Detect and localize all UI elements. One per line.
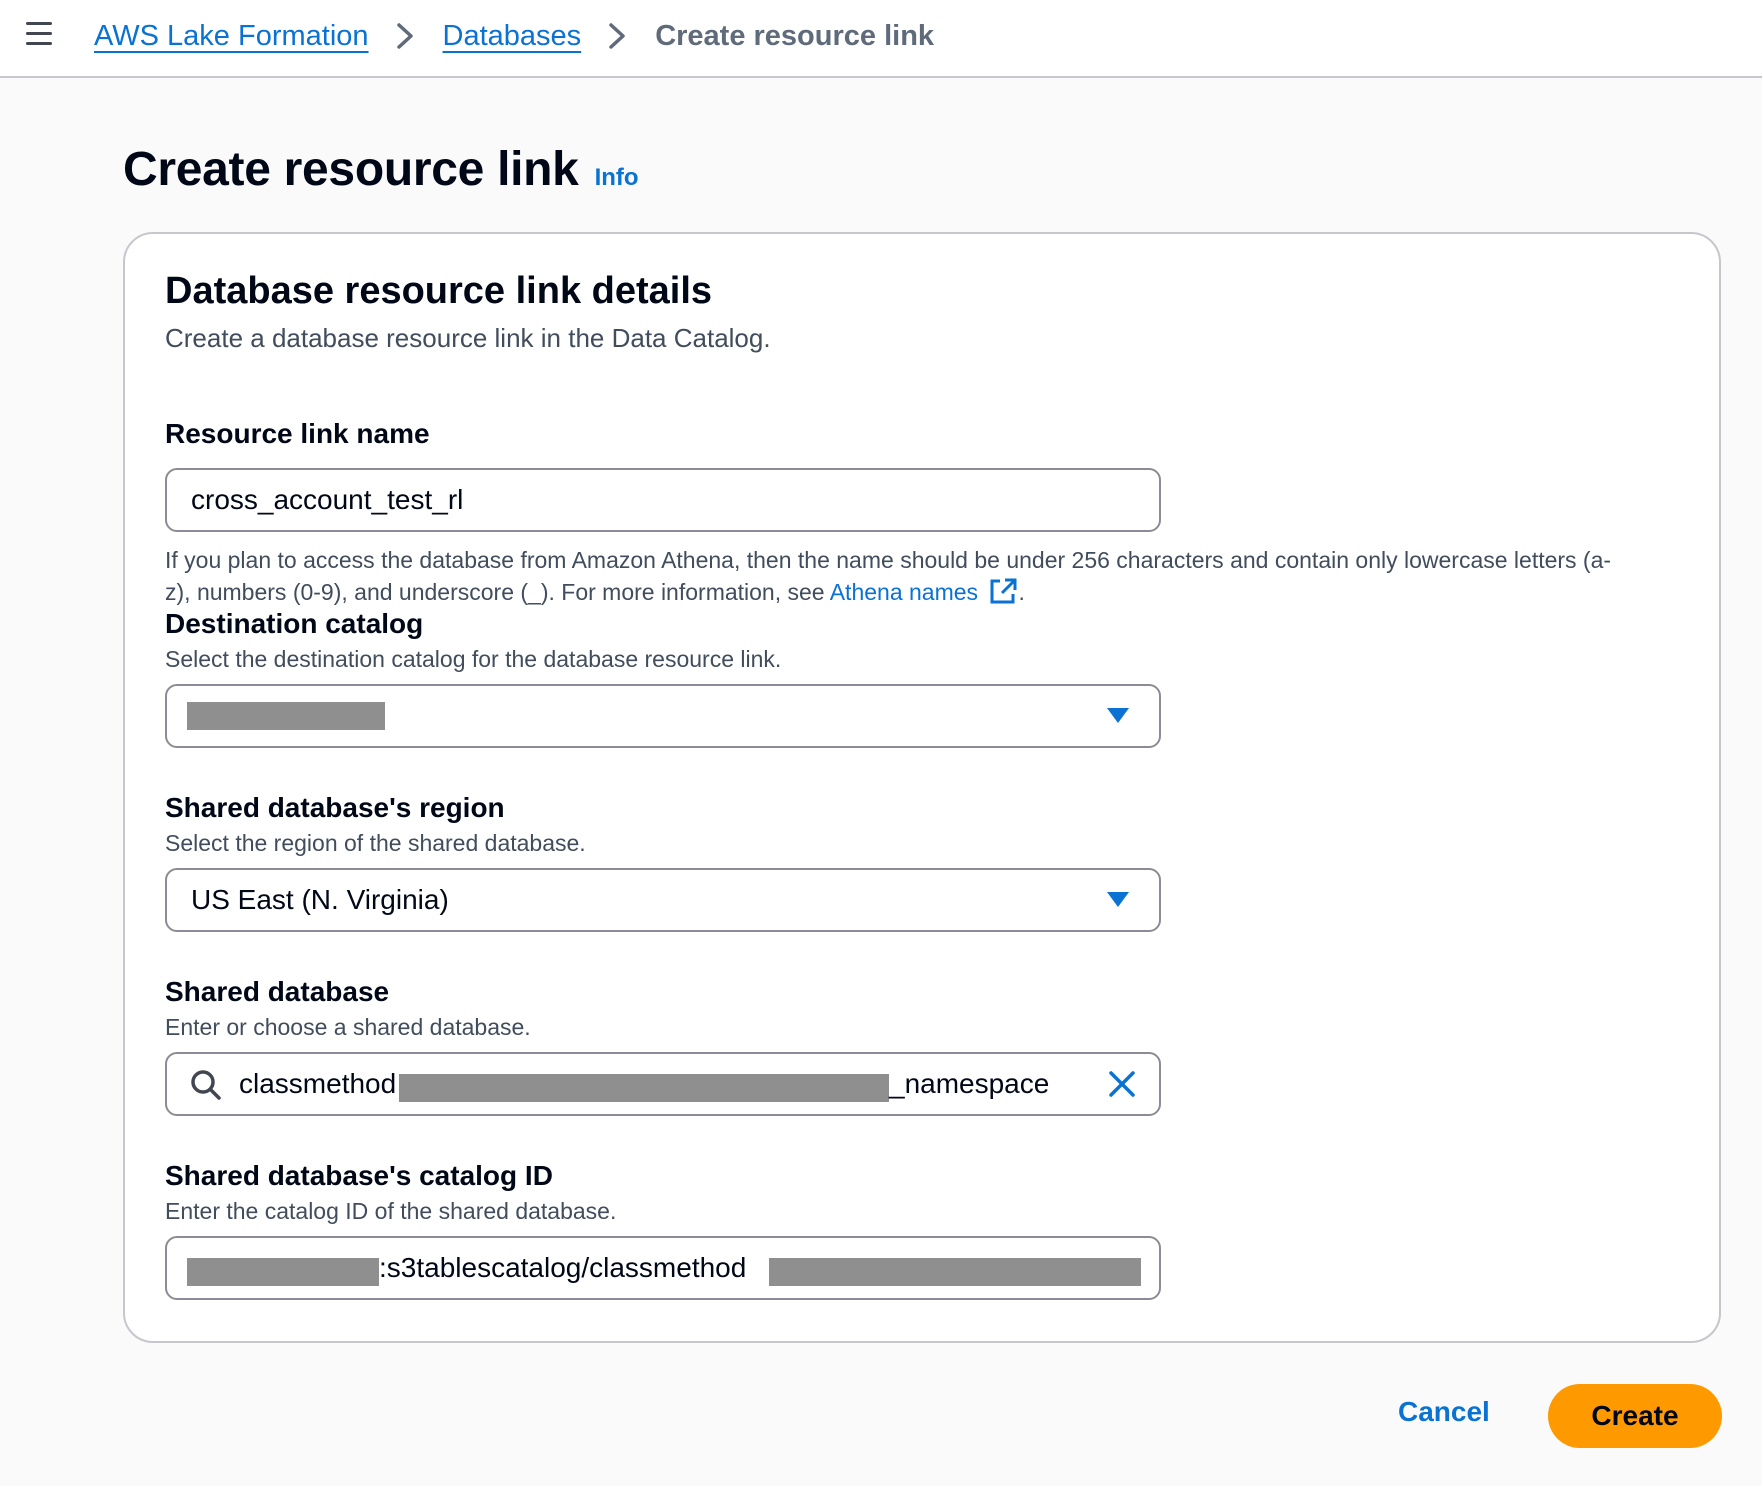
resource-link-name-label: Resource link name: [165, 418, 430, 449]
shared-db-catalog-id-field: Shared database's catalog ID Enter the c…: [165, 1160, 1675, 1300]
resource-link-details-container: Database resource link details Create a …: [123, 232, 1721, 1343]
athena-names-link[interactable]: Athena names: [830, 578, 1019, 605]
shared-db-region-field: Shared database's region Select the regi…: [165, 792, 1675, 932]
container-body: Database resource link details Create a …: [165, 270, 1675, 1300]
destination-catalog-label: Destination catalog: [165, 608, 424, 639]
breadcrumb-link-lake-formation[interactable]: AWS Lake Formation: [94, 20, 369, 53]
caret-down-icon: [1107, 708, 1129, 723]
hamburger-menu-icon[interactable]: [24, 20, 56, 48]
shared-db-catalog-id-value: :s3tablescatalog/classmethod: [379, 1252, 747, 1283]
caret-down-icon: [1107, 892, 1129, 907]
chevron-right-icon: [396, 23, 413, 49]
redacted-value: [399, 1074, 889, 1102]
resource-link-name-value: cross_account_test_rl: [191, 484, 464, 515]
shared-database-label: Shared database: [165, 976, 390, 1007]
search-icon: [191, 1070, 221, 1100]
breadcrumb: AWS Lake Formation Databases Create reso…: [94, 16, 934, 56]
breadcrumb-current: Create resource link: [655, 19, 935, 52]
destination-catalog-description: Select the destination catalog for the d…: [165, 646, 782, 672]
shared-database-field: Shared database Enter or choose a shared…: [165, 976, 1675, 1116]
redacted-value: [187, 1258, 379, 1286]
destination-catalog-field: Destination catalog Select the destinati…: [165, 608, 1675, 748]
top-navigation-bar: AWS Lake Formation Databases Create reso…: [0, 0, 1762, 78]
page-header: Create resource link Info: [123, 142, 639, 197]
shared-db-catalog-id-label: Shared database's catalog ID: [165, 1160, 553, 1191]
info-link[interactable]: Info: [595, 164, 639, 192]
shared-database-value-prefix: classmethod: [239, 1068, 397, 1099]
shared-db-region-description: Select the region of the shared database…: [165, 830, 586, 856]
shared-database-search-input[interactable]: classmethod _namespace: [165, 1052, 1161, 1116]
shared-db-catalog-id-description: Enter the catalog ID of the shared datab…: [165, 1198, 617, 1224]
external-link-icon: [990, 578, 1017, 604]
destination-catalog-select[interactable]: [165, 684, 1161, 748]
section-description: Create a database resource link in the D…: [165, 323, 771, 353]
shared-db-catalog-id-input[interactable]: :s3tablescatalog/classmethod: [165, 1236, 1161, 1300]
redacted-value: [769, 1258, 1141, 1286]
create-button[interactable]: Create: [1548, 1384, 1722, 1448]
shared-database-value-suffix: _namespace: [889, 1068, 1050, 1099]
resource-link-name-field: Resource link name cross_account_test_rl…: [165, 418, 1675, 605]
resource-link-name-input[interactable]: cross_account_test_rl: [165, 468, 1161, 532]
redacted-value: [187, 702, 385, 730]
chevron-right-icon: [609, 23, 625, 49]
page-title: Create resource link: [123, 143, 579, 196]
breadcrumb-link-databases[interactable]: Databases: [443, 20, 582, 53]
section-title: Database resource link details: [165, 270, 713, 312]
shared-database-description: Enter or choose a shared database.: [165, 1014, 531, 1040]
close-icon[interactable]: [1107, 1069, 1137, 1099]
shared-db-region-label: Shared database's region: [165, 792, 505, 823]
shared-db-region-value: US East (N. Virginia): [191, 884, 449, 915]
shared-db-region-select[interactable]: US East (N. Virginia): [165, 868, 1161, 932]
cancel-button[interactable]: Cancel: [1398, 1396, 1490, 1428]
resource-link-name-hint: If you plan to access the database from …: [165, 547, 1612, 605]
